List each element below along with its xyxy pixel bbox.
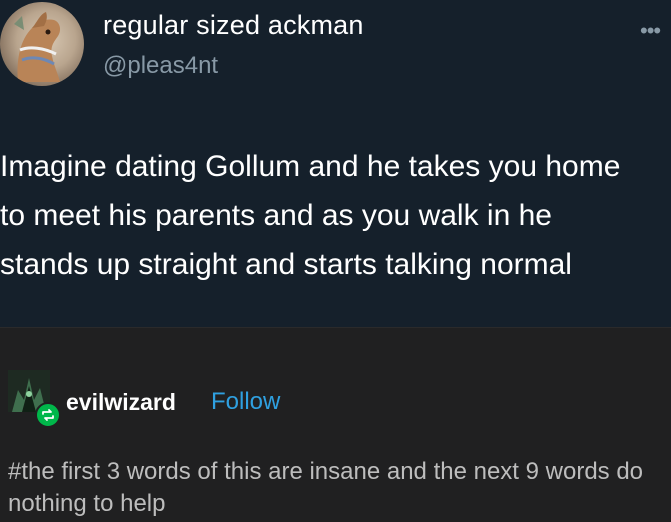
follow-button[interactable]: Follow <box>211 388 280 416</box>
tumblr-post: evilwizard Follow #the first 3 words of … <box>0 327 671 522</box>
reblog-icon <box>35 402 61 428</box>
user-handle[interactable]: @pleas4nt <box>103 52 218 80</box>
horse-icon <box>14 12 61 82</box>
post-tags: #the first 3 words of this are insane an… <box>8 458 644 517</box>
reblog-arrows-icon <box>42 409 54 421</box>
display-name[interactable]: regular sized ackman <box>103 10 364 41</box>
tumblr-username[interactable]: evilwizard <box>66 389 176 416</box>
more-options-icon[interactable]: ••• <box>640 18 661 44</box>
horse-avatar-icon[interactable] <box>0 2 84 86</box>
tweet-text: Imagine dating Gollum and he takes you h… <box>0 150 621 281</box>
tweet-card: regular sized ackman @pleas4nt ••• Imagi… <box>0 0 671 327</box>
